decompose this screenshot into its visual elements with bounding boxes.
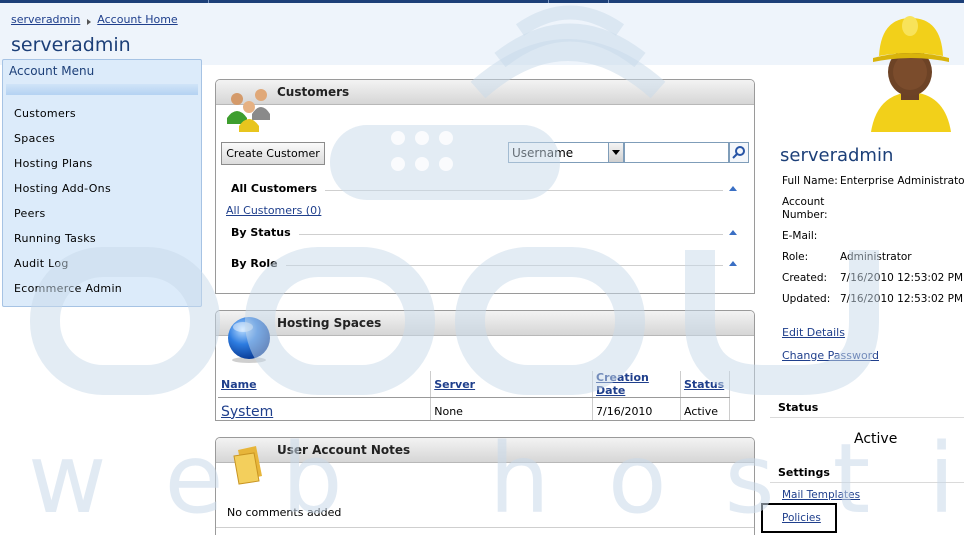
- menu-item-running-tasks[interactable]: Running Tasks: [14, 232, 122, 257]
- notes-empty-text: No comments added: [227, 506, 342, 519]
- full-name-value: Enterprise Administrator: [840, 175, 964, 187]
- email-row: E-Mail:: [782, 230, 962, 244]
- account-number-label: Account Number:: [782, 196, 828, 221]
- menu-item-ecommerce-admin[interactable]: Ecommerce Admin: [14, 282, 122, 307]
- role-label: Role:: [782, 251, 809, 263]
- policies-highlight-box: [761, 503, 837, 533]
- breadcrumb: serveradmin Account Home: [11, 13, 178, 26]
- change-password-link[interactable]: Change Password: [782, 349, 879, 362]
- menu-item-peers[interactable]: Peers: [14, 207, 122, 232]
- collapse-arrow-icon[interactable]: [729, 261, 737, 266]
- space-server: None: [430, 397, 594, 420]
- full-name-row: Full Name: Enterprise Administrator: [782, 175, 964, 189]
- status-heading: Status: [778, 401, 819, 414]
- notes-folder-icon: [233, 446, 262, 485]
- create-customer-button[interactable]: Create Customer: [221, 142, 325, 165]
- full-name-label: Full Name:: [782, 175, 838, 187]
- settings-heading: Settings: [778, 466, 830, 479]
- created-row: Created: 7/16/2010 12:53:02 PM: [782, 272, 964, 286]
- customers-panel: Customers Create Customer Username All C…: [215, 79, 755, 294]
- section-by-role-label: By Role: [231, 257, 286, 270]
- section-by-status: By Status: [231, 226, 737, 242]
- chevron-down-icon[interactable]: [608, 143, 623, 162]
- role-row: Role: Administrator: [782, 251, 962, 265]
- search-input[interactable]: [624, 142, 729, 163]
- mail-templates-link[interactable]: Mail Templates: [782, 489, 860, 501]
- section-all-customers-label: All Customers: [231, 182, 326, 195]
- updated-value: 7/16/2010 12:53:02 PM: [840, 293, 964, 305]
- space-status: Active: [680, 397, 731, 420]
- account-menu-list: Customers Spaces Hosting Plans Hosting A…: [14, 107, 122, 307]
- search-field-value: Username: [512, 146, 574, 160]
- customers-panel-title: Customers: [277, 85, 350, 99]
- collapse-arrow-icon[interactable]: [729, 186, 737, 191]
- account-menu-title: Account Menu: [9, 64, 95, 78]
- breadcrumb-account-home-link[interactable]: Account Home: [97, 13, 177, 26]
- account-menu: Account Menu Customers Spaces Hosting Pl…: [2, 59, 202, 307]
- breadcrumb-root-link[interactable]: serveradmin: [11, 13, 80, 26]
- space-name-link[interactable]: System: [221, 404, 273, 420]
- all-customers-link[interactable]: All Customers (0): [226, 204, 321, 217]
- status-value: Active: [854, 431, 898, 447]
- user-account-notes-panel-header: User Account Notes: [216, 438, 754, 463]
- collapse-arrow-icon[interactable]: [729, 230, 737, 235]
- hosting-spaces-table: Name Server Creation Date Status System …: [218, 371, 731, 420]
- table-row: System None 7/16/2010 Active: [218, 397, 731, 420]
- page-title: serveradmin: [11, 34, 131, 56]
- created-label: Created:: [782, 272, 828, 284]
- section-all-customers: All Customers: [231, 182, 737, 198]
- hosting-spaces-panel-title: Hosting Spaces: [277, 316, 382, 330]
- section-by-status-label: By Status: [231, 226, 299, 239]
- hosting-spaces-panel: Hosting Spaces Name Server Creation Date…: [215, 310, 755, 421]
- updated-label: Updated:: [782, 293, 831, 305]
- account-number-row: Account Number:: [782, 196, 962, 224]
- space-created: 7/16/2010: [592, 397, 681, 420]
- search-icon[interactable]: [729, 142, 749, 163]
- column-header-creation-date[interactable]: Creation Date: [596, 371, 649, 397]
- hosting-spaces-panel-header: Hosting Spaces: [216, 311, 754, 336]
- role-value: Administrator: [840, 251, 912, 263]
- user-details-column: serveradmin Full Name: Enterprise Admini…: [770, 0, 964, 535]
- menu-item-hosting-plans[interactable]: Hosting Plans: [14, 157, 122, 182]
- user-account-notes-panel: User Account Notes No comments added: [215, 437, 755, 535]
- email-label: E-Mail:: [782, 230, 818, 242]
- menu-item-hosting-add-ons[interactable]: Hosting Add-Ons: [14, 182, 122, 207]
- menu-item-customers[interactable]: Customers: [14, 107, 122, 132]
- search-field-select[interactable]: Username: [508, 142, 624, 163]
- column-header-status[interactable]: Status: [684, 378, 724, 391]
- column-header-server[interactable]: Server: [434, 378, 475, 391]
- created-value: 7/16/2010 12:53:02 PM: [840, 272, 964, 284]
- globe-icon: [228, 317, 270, 363]
- account-menu-band: [6, 84, 198, 95]
- admin-avatar-icon: [871, 16, 951, 132]
- menu-item-audit-log[interactable]: Audit Log: [14, 257, 122, 282]
- menu-item-spaces[interactable]: Spaces: [14, 132, 122, 157]
- customers-icon: [227, 89, 270, 132]
- user-name: serveradmin: [780, 145, 894, 166]
- section-by-role: By Role: [231, 257, 737, 273]
- customers-panel-header: Customers: [216, 80, 754, 105]
- updated-row: Updated: 7/16/2010 12:53:02 PM: [782, 293, 964, 307]
- edit-details-link[interactable]: Edit Details: [782, 326, 845, 339]
- user-account-notes-panel-title: User Account Notes: [277, 443, 411, 457]
- breadcrumb-arrow-icon: [87, 19, 92, 25]
- column-header-name[interactable]: Name: [221, 378, 257, 391]
